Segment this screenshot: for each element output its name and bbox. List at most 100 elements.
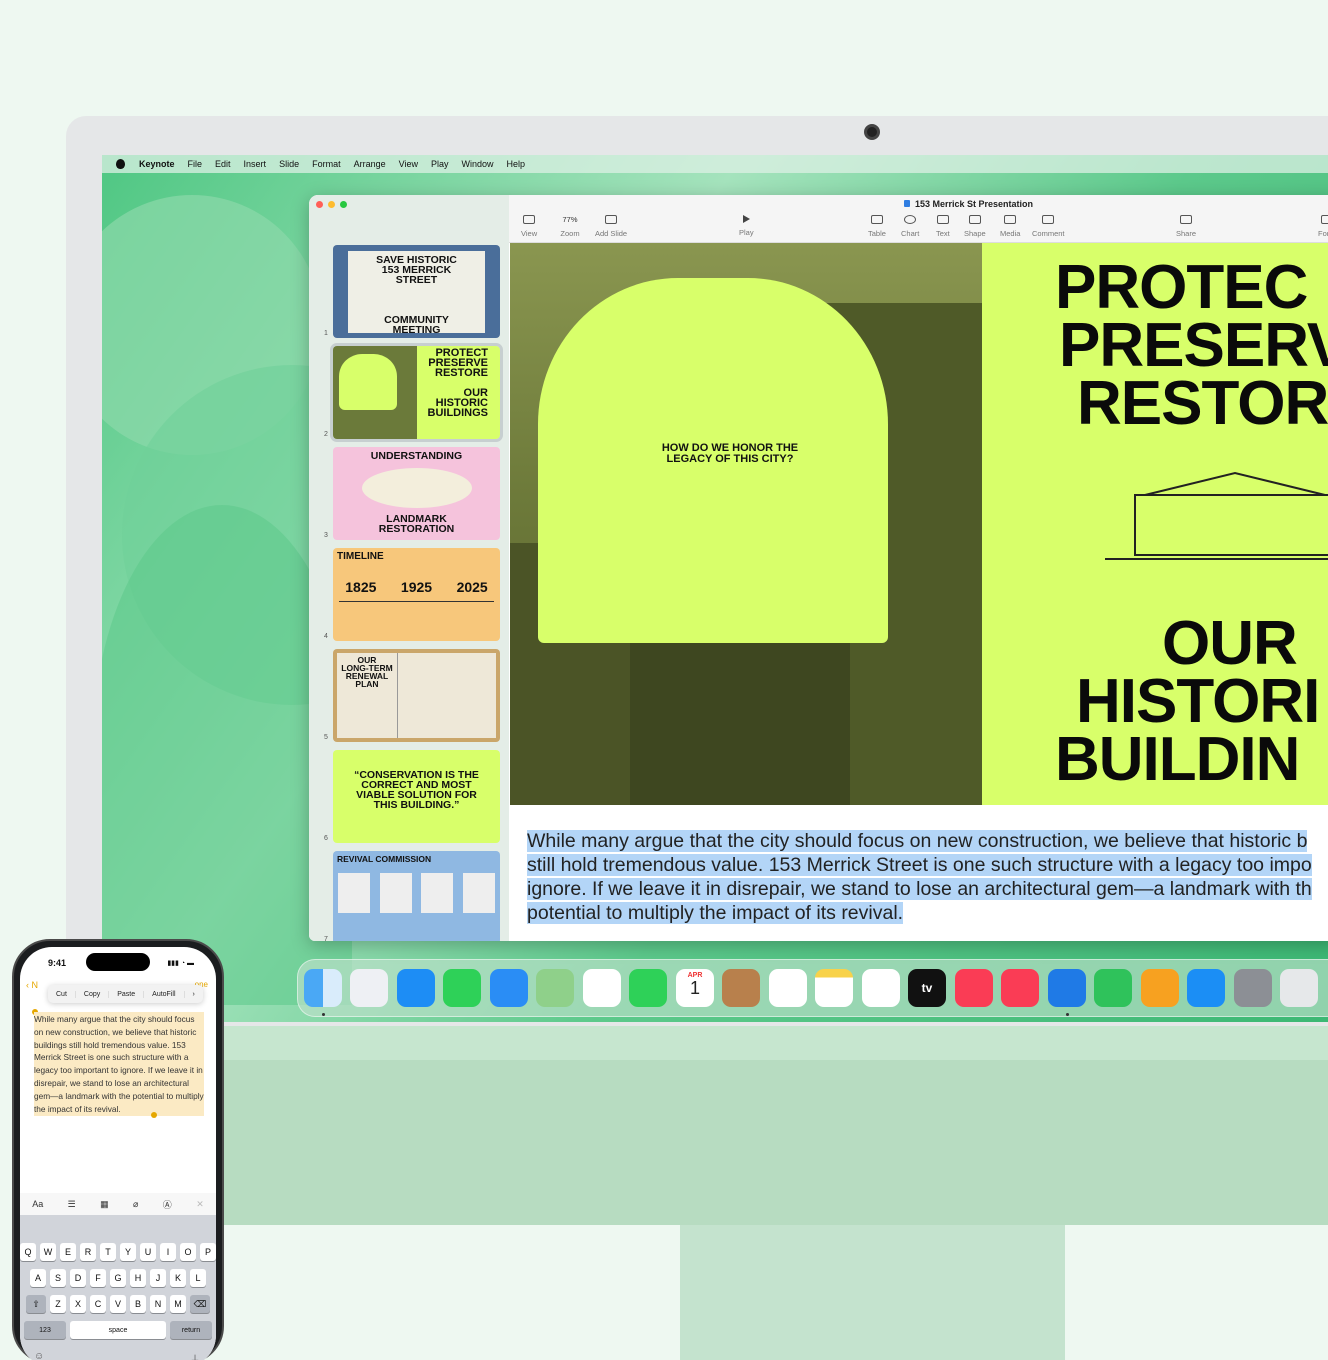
slide-thumb-7[interactable]: REVIVAL COMMISSION xyxy=(333,851,500,941)
shift-key[interactable]: ⇧ xyxy=(26,1295,46,1313)
minimize-button[interactable] xyxy=(328,201,335,208)
text-button[interactable]: Text xyxy=(936,215,950,238)
menu-file[interactable]: File xyxy=(188,159,203,169)
key[interactable]: C xyxy=(90,1295,106,1313)
key[interactable]: D xyxy=(70,1269,86,1287)
app-store-icon[interactable] xyxy=(1187,969,1225,1007)
key[interactable]: W xyxy=(40,1243,56,1261)
key[interactable]: T xyxy=(100,1243,116,1261)
key[interactable]: N xyxy=(150,1295,166,1313)
media-button[interactable]: Media xyxy=(1000,215,1020,238)
menu-arrange[interactable]: Arrange xyxy=(354,159,386,169)
menu-window[interactable]: Window xyxy=(462,159,494,169)
notes-selected-text[interactable]: While many argue that the city should fo… xyxy=(527,830,1312,924)
key[interactable]: H xyxy=(130,1269,146,1287)
safari-icon[interactable] xyxy=(397,969,435,1007)
menu-play[interactable]: Play xyxy=(431,159,449,169)
format-button[interactable]: Form xyxy=(1318,215,1328,238)
freeform-icon[interactable] xyxy=(862,969,900,1007)
menu-app-name[interactable]: Keynote xyxy=(139,159,175,169)
view-button[interactable]: View xyxy=(521,215,537,238)
comment-button[interactable]: Comment xyxy=(1032,215,1065,238)
key[interactable]: R xyxy=(80,1243,96,1261)
selection-handle[interactable] xyxy=(151,1112,157,1118)
notes-icon[interactable] xyxy=(815,969,853,1007)
share-button[interactable]: Share xyxy=(1176,215,1196,238)
close-button[interactable] xyxy=(316,201,323,208)
shape-button[interactable]: Shape xyxy=(964,215,986,238)
mail-icon[interactable] xyxy=(490,969,528,1007)
space-key[interactable]: space xyxy=(70,1321,166,1339)
apple-menu-icon[interactable] xyxy=(116,159,125,169)
return-key[interactable]: return xyxy=(170,1321,212,1339)
menu-help[interactable]: Help xyxy=(507,159,526,169)
contacts-icon[interactable] xyxy=(722,969,760,1007)
key[interactable]: Q xyxy=(20,1243,36,1261)
add-slide-button[interactable]: Add Slide xyxy=(595,215,627,238)
facetime-icon[interactable] xyxy=(629,969,667,1007)
checklist-icon[interactable]: ☰ xyxy=(68,1199,76,1210)
key[interactable]: Y xyxy=(120,1243,136,1261)
key[interactable]: I xyxy=(160,1243,176,1261)
key[interactable]: Z xyxy=(50,1295,66,1313)
key[interactable]: A xyxy=(30,1269,46,1287)
zoom-button[interactable] xyxy=(340,201,347,208)
key[interactable]: J xyxy=(150,1269,166,1287)
reminders-icon[interactable] xyxy=(769,969,807,1007)
numbers-icon[interactable] xyxy=(1094,969,1132,1007)
key[interactable]: S xyxy=(50,1269,66,1287)
table-icon[interactable]: ▦ xyxy=(100,1199,109,1210)
close-icon[interactable]: ✕ xyxy=(196,1199,204,1210)
slide-thumb-1[interactable]: SAVE HISTORIC 153 MERRICK STREET COMMUNI… xyxy=(333,245,500,338)
pages-icon[interactable] xyxy=(1141,969,1179,1007)
key[interactable]: F xyxy=(90,1269,106,1287)
tv-icon[interactable]: tv xyxy=(908,969,946,1007)
messages-icon[interactable] xyxy=(443,969,481,1007)
numbers-key[interactable]: 123 xyxy=(24,1321,66,1339)
key[interactable]: B xyxy=(130,1295,146,1313)
key[interactable]: U xyxy=(140,1243,156,1261)
note-selected-text[interactable]: While many argue that the city should fo… xyxy=(34,1012,204,1117)
key[interactable]: P xyxy=(200,1243,216,1261)
presenter-notes[interactable]: While many argue that the city should fo… xyxy=(510,805,1328,941)
slide-thumb-3[interactable]: UNDERSTANDING LANDMARK RESTORATION xyxy=(333,447,500,540)
music-icon[interactable] xyxy=(955,969,993,1007)
key[interactable]: X xyxy=(70,1295,86,1313)
key[interactable]: O xyxy=(180,1243,196,1261)
finder-icon[interactable] xyxy=(304,969,342,1007)
microphone-icon[interactable]: ⏚ xyxy=(190,1351,200,1360)
key[interactable]: E xyxy=(60,1243,76,1261)
cut-button[interactable]: Cut xyxy=(48,990,76,998)
menu-edit[interactable]: Edit xyxy=(215,159,231,169)
system-settings-icon[interactable] xyxy=(1234,969,1272,1007)
maps-icon[interactable] xyxy=(536,969,574,1007)
menu-insert[interactable]: Insert xyxy=(244,159,267,169)
keynote-icon[interactable] xyxy=(1048,969,1086,1007)
photos-icon[interactable] xyxy=(583,969,621,1007)
key[interactable]: L xyxy=(190,1269,206,1287)
zoom-button[interactable]: 77% Zoom xyxy=(555,215,585,238)
slide-thumb-6[interactable]: “CONSERVATION IS THE CORRECT AND MOST VI… xyxy=(333,750,500,843)
key[interactable]: M xyxy=(170,1295,186,1313)
key[interactable]: G xyxy=(110,1269,126,1287)
play-button[interactable]: Play xyxy=(739,215,754,237)
slide-canvas[interactable]: HOW DO WE HONOR THE LEGACY OF THIS CITY?… xyxy=(510,243,1328,805)
attachment-icon[interactable]: ⌀ xyxy=(133,1199,138,1210)
slide-thumb-5[interactable]: OUR LONG-TERM RENEWAL PLAN xyxy=(333,649,500,742)
key[interactable]: K xyxy=(170,1269,186,1287)
back-button[interactable]: ‹ N xyxy=(26,980,38,990)
paste-button[interactable]: Paste xyxy=(109,990,145,998)
news-icon[interactable] xyxy=(1001,969,1039,1007)
autofill-button[interactable]: AutoFill xyxy=(144,990,185,998)
text-format-button[interactable]: Aa xyxy=(32,1199,43,1209)
table-button[interactable]: Table xyxy=(868,215,886,238)
delete-key[interactable]: ⌫ xyxy=(190,1295,210,1313)
markup-icon[interactable]: Ⓐ xyxy=(163,1198,172,1211)
menu-view[interactable]: View xyxy=(399,159,418,169)
calendar-icon[interactable]: APR 1 xyxy=(676,969,714,1007)
emoji-icon[interactable]: ☺ xyxy=(34,1351,44,1360)
copy-button[interactable]: Copy xyxy=(76,990,110,998)
slide-thumb-2[interactable]: PROTECT PRESERVE RESTORE OUR HISTORIC BU… xyxy=(330,343,503,442)
menu-slide[interactable]: Slide xyxy=(279,159,299,169)
more-chevron-icon[interactable]: › xyxy=(185,991,203,998)
